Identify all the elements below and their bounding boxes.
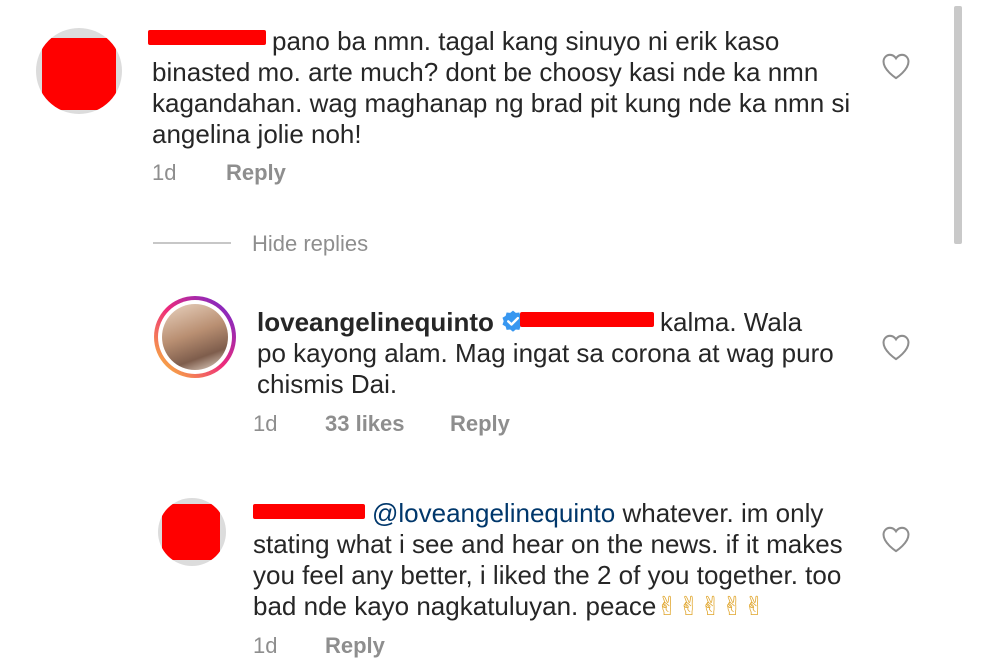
redacted-username xyxy=(253,504,365,519)
replies-divider xyxy=(153,242,231,244)
avatar-photo xyxy=(162,304,228,370)
avatar[interactable] xyxy=(158,498,226,566)
reply-text: chismis Dai. xyxy=(257,369,398,399)
reply-text: stating what i see and hear on the news.… xyxy=(253,529,843,559)
avatar[interactable] xyxy=(36,28,122,114)
comment-text: binasted mo. arte much? dont be choosy k… xyxy=(152,57,819,87)
redacted-username xyxy=(148,30,266,45)
redaction-box xyxy=(162,504,220,560)
reply-text: bad nde kayo nagkatuluyan. peace xyxy=(253,591,657,621)
avatar-inner xyxy=(158,300,232,374)
reply-text: whatever. im only xyxy=(622,498,824,528)
peace-emoji: ✌✌✌✌✌ xyxy=(656,591,766,621)
comment-text: kagandahan. wag maghanap ng brad pit kun… xyxy=(152,88,851,118)
reply-button[interactable]: Reply xyxy=(325,633,385,659)
reply-line: loveangelinequinto xyxy=(257,307,526,338)
reply-button[interactable]: Reply xyxy=(450,411,510,437)
redacted-mention xyxy=(520,312,654,327)
redaction-box xyxy=(42,38,116,110)
timestamp: 1d xyxy=(253,411,278,436)
avatar[interactable] xyxy=(154,296,236,378)
timestamp: 1d xyxy=(253,633,278,658)
heart-outline-icon[interactable] xyxy=(880,525,912,553)
username[interactable]: loveangelinequinto xyxy=(257,307,494,337)
reply-text: kalma. Wala xyxy=(660,307,803,337)
timestamp: 1d xyxy=(152,160,177,185)
reply-line: @loveangelinequinto whatever. im only xyxy=(372,498,823,529)
heart-outline-icon[interactable] xyxy=(880,52,912,80)
likes-count[interactable]: 33 likes xyxy=(325,411,405,437)
heart-outline-icon[interactable] xyxy=(880,333,912,361)
reply-line: bad nde kayo nagkatuluyan. peace✌✌✌✌✌ xyxy=(253,591,765,622)
reply-button[interactable]: Reply xyxy=(226,160,286,186)
hide-replies-button[interactable]: Hide replies xyxy=(252,231,368,257)
comment-text: angelina jolie noh! xyxy=(152,119,362,149)
reply-text: you feel any better, i liked the 2 of yo… xyxy=(253,560,842,590)
reply-text: po kayong alam. Mag ingat sa corona at w… xyxy=(257,338,834,368)
comment-text: pano ba nmn. tagal kang sinuyo ni erik k… xyxy=(272,26,780,56)
mention-link[interactable]: @loveangelinequinto xyxy=(372,498,615,528)
scrollbar[interactable] xyxy=(954,6,962,244)
